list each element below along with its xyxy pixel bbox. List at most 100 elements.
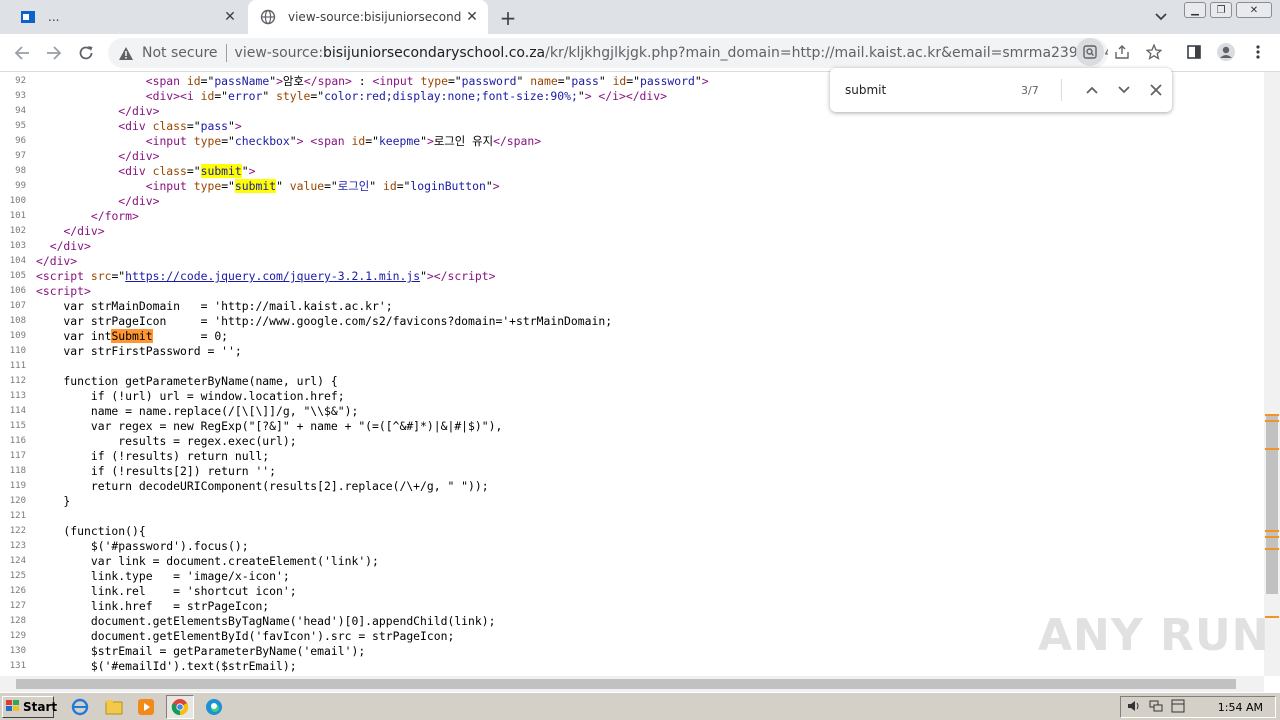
find-previous-icon[interactable] bbox=[1078, 76, 1106, 104]
browser-toolbar: Not secure view-source:bisijuniorseconda… bbox=[0, 34, 1280, 72]
line-number: 106 bbox=[9, 286, 26, 296]
vertical-scroll-thumb[interactable] bbox=[1266, 414, 1278, 594]
url-text[interactable]: view-source:bisijuniorsecondaryschool.co… bbox=[235, 45, 1108, 61]
url-prefix: view-source: bbox=[234, 45, 324, 61]
line-code: <div class="pass"> bbox=[118, 119, 242, 133]
line-code: document.getElementsByTagName('head')[0]… bbox=[36, 614, 496, 628]
line-number: 118 bbox=[9, 466, 26, 476]
tab-strip: ... ✕ view-source:bisijuniorsecondarysch… bbox=[0, 0, 1280, 34]
line-code: <div><i id="error" style="color:red;disp… bbox=[145, 89, 667, 103]
line-code: function getParameterByName(name, url) { bbox=[36, 374, 338, 388]
source-line: 112 function getParameterByName(name, ur… bbox=[0, 374, 1264, 389]
address-bar[interactable]: Not secure view-source:bisijuniorseconda… bbox=[108, 38, 1108, 68]
line-code: $('#emailId').text($strEmail); bbox=[36, 659, 297, 673]
line-code: } bbox=[36, 494, 71, 508]
line-number: 102 bbox=[9, 226, 26, 236]
edge-icon[interactable] bbox=[204, 697, 224, 717]
action-center-icon[interactable] bbox=[1171, 699, 1185, 716]
source-line: 122 (function(){ bbox=[0, 524, 1264, 539]
bookmark-star-icon[interactable] bbox=[1140, 38, 1168, 66]
close-window-icon[interactable]: ✕ bbox=[1236, 2, 1272, 18]
line-number: 113 bbox=[9, 391, 26, 401]
network-icon[interactable] bbox=[1149, 699, 1163, 716]
source-code-view[interactable]: 92 <span id="passName">암호</span> : <inpu… bbox=[0, 72, 1264, 676]
line-number: 94 bbox=[15, 106, 26, 116]
warning-triangle-icon[interactable] bbox=[118, 46, 136, 61]
volume-icon[interactable] bbox=[1127, 699, 1141, 716]
line-code: name = name.replace(/[\[\]]/g, "\\$&"); bbox=[36, 404, 359, 418]
line-code: document.getElementById('favIcon').src =… bbox=[36, 629, 455, 643]
find-input[interactable]: submit bbox=[845, 83, 1021, 97]
close-tab-icon[interactable]: ✕ bbox=[220, 7, 240, 27]
line-code: var strPageIcon = 'http://www.google.com… bbox=[36, 314, 613, 328]
line-number: 129 bbox=[9, 631, 26, 641]
windows-logo-icon bbox=[6, 699, 20, 715]
vertical-scrollbar[interactable] bbox=[1264, 72, 1280, 676]
zoom-search-icon[interactable] bbox=[1076, 38, 1104, 66]
ie-icon[interactable] bbox=[70, 697, 90, 717]
close-tab-icon[interactable]: ✕ bbox=[462, 7, 482, 27]
find-match-count: 3/7 bbox=[1021, 83, 1039, 97]
new-tab-button[interactable]: + bbox=[496, 6, 520, 30]
find-separator bbox=[1061, 79, 1062, 101]
source-line: 102 </div> bbox=[0, 224, 1264, 239]
horizontal-scroll-thumb[interactable] bbox=[16, 679, 1236, 689]
line-code: var strFirstPassword = ''; bbox=[36, 344, 242, 358]
side-panel-icon[interactable] bbox=[1180, 38, 1208, 66]
folder-icon[interactable] bbox=[104, 697, 124, 717]
source-line: 99 <input type="submit" value="로그인" id="… bbox=[0, 179, 1264, 194]
line-number: 92 bbox=[15, 76, 26, 86]
line-number: 121 bbox=[9, 511, 26, 521]
line-code: <div class="submit"> bbox=[118, 164, 256, 178]
tab-search-chevron-icon[interactable] bbox=[1150, 6, 1172, 28]
forward-arrow-icon[interactable] bbox=[40, 39, 68, 67]
line-number: 100 bbox=[9, 196, 26, 206]
back-arrow-icon[interactable] bbox=[8, 39, 36, 67]
find-next-icon[interactable] bbox=[1110, 76, 1138, 104]
system-tray: 1:54 AM bbox=[1120, 696, 1276, 718]
security-label[interactable]: Not secure bbox=[142, 45, 218, 61]
line-number: 112 bbox=[9, 376, 26, 386]
line-number: 110 bbox=[9, 346, 26, 356]
omnibox-separator bbox=[225, 44, 227, 62]
line-number: 97 bbox=[15, 151, 26, 161]
horizontal-scrollbar[interactable] bbox=[0, 676, 1264, 692]
line-code: </div> bbox=[118, 104, 160, 118]
url-host: bisijuniorsecondaryschool.co.za bbox=[323, 45, 546, 61]
line-number: 108 bbox=[9, 316, 26, 326]
line-number: 116 bbox=[9, 436, 26, 446]
line-number: 130 bbox=[9, 646, 26, 656]
line-code: results = regex.exec(url); bbox=[36, 434, 297, 448]
source-line: 101 </form> bbox=[0, 209, 1264, 224]
find-match-marker bbox=[1265, 548, 1279, 550]
source-line: 116 results = regex.exec(url); bbox=[0, 434, 1264, 449]
line-number: 93 bbox=[15, 91, 26, 101]
chrome-taskbar-icon[interactable] bbox=[166, 695, 194, 719]
minimize-icon[interactable]: ▁ bbox=[1184, 2, 1206, 18]
start-button[interactable]: Start bbox=[2, 696, 57, 718]
line-number: 124 bbox=[9, 556, 26, 566]
find-close-icon[interactable] bbox=[1142, 76, 1170, 104]
profile-avatar-icon[interactable] bbox=[1212, 38, 1240, 66]
line-number: 122 bbox=[9, 526, 26, 536]
line-code: if (!url) url = window.location.href; bbox=[36, 389, 345, 403]
reload-icon[interactable] bbox=[72, 39, 100, 67]
source-line: 131 $('#emailId').text($strEmail); bbox=[0, 659, 1264, 674]
line-code: if (!results[2]) return ''; bbox=[36, 464, 277, 478]
line-code: <script src="https://code.jquery.com/jqu… bbox=[36, 269, 496, 283]
source-line: 121 bbox=[0, 509, 1264, 524]
tab-inactive[interactable]: ... ✕ bbox=[8, 0, 246, 34]
source-line: 114 name = name.replace(/[\[\]]/g, "\\$&… bbox=[0, 404, 1264, 419]
maximize-icon[interactable]: ❐ bbox=[1210, 2, 1232, 18]
tab-active[interactable]: view-source:bisijuniorsecondaryscho ✕ bbox=[248, 0, 488, 34]
line-code: if (!results) return null; bbox=[36, 449, 270, 463]
clock[interactable]: 1:54 AM bbox=[1218, 701, 1263, 714]
share-icon[interactable] bbox=[1108, 38, 1136, 66]
source-line: 107 var strMainDomain = 'http://mail.kai… bbox=[0, 299, 1264, 314]
source-line: 124 var link = document.createElement('l… bbox=[0, 554, 1264, 569]
source-line: 100 </div> bbox=[0, 194, 1264, 209]
line-code: <input type="checkbox"> <span id="keepme… bbox=[145, 134, 542, 148]
kebab-menu-icon[interactable] bbox=[1244, 38, 1272, 66]
source-line: 104 </div> bbox=[0, 254, 1264, 269]
media-player-icon[interactable] bbox=[136, 697, 156, 717]
